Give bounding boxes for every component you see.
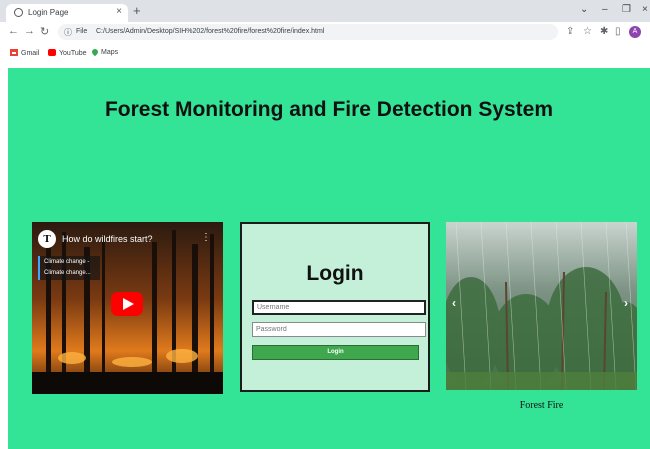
- restore-icon[interactable]: ❐: [622, 4, 631, 15]
- bookmark-maps[interactable]: Maps: [90, 47, 119, 57]
- close-window-icon[interactable]: ×: [642, 4, 648, 15]
- forward-icon[interactable]: →: [24, 25, 35, 37]
- bookmark-label: Gmail: [21, 50, 40, 57]
- chapter-label[interactable]: Climate change - Climate change...: [38, 256, 100, 280]
- page-title: Forest Monitoring and Fire Detection Sys…: [104, 98, 554, 121]
- bookmark-youtube[interactable]: YouTube: [48, 49, 87, 57]
- bookmarks-bar: Gmail YouTube Maps: [0, 42, 650, 68]
- new-tab-button[interactable]: +: [133, 3, 141, 18]
- bookmark-gmail[interactable]: Gmail: [10, 49, 39, 57]
- url-scheme: File: [76, 28, 88, 35]
- side-panel-icon[interactable]: ▯: [615, 26, 621, 37]
- gmail-icon: [10, 49, 18, 56]
- youtube-icon: [48, 49, 56, 56]
- page-body: Forest Monitoring and Fire Detection Sys…: [8, 68, 650, 449]
- share-icon[interactable]: ⇪: [566, 26, 574, 37]
- more-vert-icon[interactable]: ⋮: [201, 232, 211, 243]
- avatar[interactable]: A: [629, 26, 641, 38]
- maps-icon: [90, 47, 100, 57]
- minimize-icon[interactable]: –: [602, 4, 608, 15]
- url-input[interactable]: ⓘ File C:/Users/Admin/Desktop/SIH%202/fo…: [58, 24, 558, 40]
- rain-forest-image: [446, 222, 637, 390]
- bookmark-star-icon[interactable]: ☆: [583, 26, 592, 37]
- carousel-prev-icon[interactable]: ‹: [452, 296, 456, 310]
- address-bar-row: ← → ↻ ⓘ File C:/Users/Admin/Desktop/SIH%…: [0, 22, 650, 42]
- info-icon[interactable]: ⓘ: [64, 27, 72, 38]
- play-icon: [123, 298, 134, 310]
- video-embed[interactable]: T How do wildfires start? ⋮ Climate chan…: [32, 222, 223, 394]
- login-button[interactable]: Login: [252, 345, 419, 360]
- tab-close-icon[interactable]: ×: [116, 6, 122, 17]
- browser-tab-bar: Login Page × + ⌄ – ❐ ×: [0, 0, 650, 22]
- globe-icon: [14, 8, 23, 17]
- login-panel: Login Login: [240, 222, 430, 392]
- play-button[interactable]: [111, 292, 143, 316]
- reload-icon[interactable]: ↻: [40, 25, 49, 38]
- bookmark-label: YouTube: [59, 50, 87, 57]
- username-input[interactable]: [252, 300, 426, 315]
- channel-logo[interactable]: T: [38, 230, 56, 248]
- back-icon[interactable]: ←: [8, 25, 19, 37]
- image-carousel: ‹ ›: [446, 222, 637, 390]
- url-text: C:/Users/Admin/Desktop/SIH%202/forest%20…: [96, 28, 325, 35]
- login-title: Login: [306, 262, 364, 285]
- carousel-caption: Forest Fire: [519, 400, 564, 411]
- password-input[interactable]: [252, 322, 426, 337]
- browser-tab[interactable]: Login Page ×: [6, 4, 128, 22]
- chapter-line: Climate change -: [44, 259, 90, 265]
- tab-title: Login Page: [28, 8, 69, 17]
- video-title[interactable]: How do wildfires start?: [62, 234, 153, 244]
- chapter-line: Climate change...: [44, 270, 91, 276]
- extensions-icon[interactable]: ✱: [600, 26, 608, 37]
- tab-search-icon[interactable]: ⌄: [580, 4, 588, 15]
- carousel-next-icon[interactable]: ›: [624, 296, 628, 310]
- bookmark-label: Maps: [101, 49, 119, 56]
